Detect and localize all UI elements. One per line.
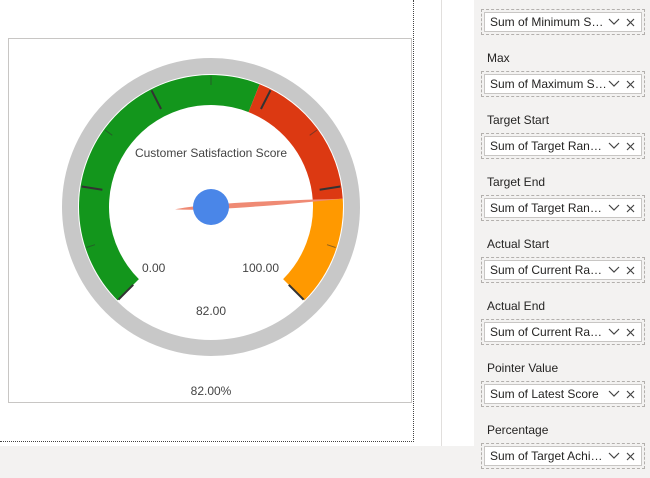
field-label-actual-end: Actual End	[487, 299, 546, 313]
field-pill-text: Sum of Maximum Score	[490, 77, 607, 91]
close-icon[interactable]	[624, 450, 636, 462]
page-boundary-bottom	[0, 441, 414, 442]
page-tabs-strip	[0, 446, 474, 478]
gauge-title: Customer Satisfaction Score	[135, 146, 287, 160]
gauge-max-label: 100.00	[242, 261, 279, 275]
field-pill-max[interactable]: Sum of Maximum Score	[484, 74, 642, 94]
pane-gap	[442, 0, 474, 478]
close-icon[interactable]	[624, 202, 636, 214]
field-pill-target-start[interactable]: Sum of Target Range Start	[484, 136, 642, 156]
field-well-target-start: Sum of Target Range Start	[481, 133, 645, 159]
close-icon[interactable]	[624, 264, 636, 276]
field-label-actual-start: Actual Start	[487, 237, 550, 251]
field-label-target-end: Target End	[487, 175, 546, 189]
field-well-actual-end: Sum of Current Range End	[481, 319, 645, 345]
field-label-pointer-value: Pointer Value	[487, 361, 559, 375]
page-boundary-right	[413, 0, 414, 442]
close-icon[interactable]	[624, 388, 636, 400]
field-label-target-start: Target Start	[487, 113, 550, 127]
chevron-down-icon[interactable]	[607, 201, 621, 215]
field-well-actual-start: Sum of Current Range Start	[481, 257, 645, 283]
field-well-target-end: Sum of Target Range End	[481, 195, 645, 221]
field-pill-text: Sum of Target Range End	[490, 201, 607, 215]
field-label-percentage: Percentage	[487, 423, 549, 437]
close-icon[interactable]	[624, 78, 636, 90]
field-pill-min[interactable]: Sum of Minimum Score	[484, 12, 642, 32]
close-icon[interactable]	[624, 326, 636, 338]
chevron-down-icon[interactable]	[607, 325, 621, 339]
field-pill-text: Sum of Latest Score	[490, 387, 599, 401]
visualizations-field-wells: Max Target Start Target End Actual Start…	[475, 0, 650, 478]
chevron-down-icon[interactable]	[607, 15, 621, 29]
close-icon[interactable]	[624, 140, 636, 152]
field-pill-text: Sum of Current Range End	[490, 325, 607, 339]
field-pill-actual-end[interactable]: Sum of Current Range End	[484, 322, 642, 342]
gauge-chart: Customer Satisfaction Score 0.00 100.00 …	[62, 58, 360, 398]
gauge-visual[interactable]: Customer Satisfaction Score 0.00 100.00 …	[8, 38, 412, 403]
field-well-min: Sum of Minimum Score	[481, 9, 645, 35]
chevron-down-icon[interactable]	[607, 387, 621, 401]
field-pill-pointer-value[interactable]: Sum of Latest Score	[484, 384, 642, 404]
field-pill-text: Sum of Target Achievement	[490, 449, 607, 463]
chevron-down-icon[interactable]	[607, 449, 621, 463]
field-pill-actual-start[interactable]: Sum of Current Range Start	[484, 260, 642, 280]
field-pill-text: Sum of Minimum Score	[490, 15, 607, 29]
gauge-min-label: 0.00	[142, 261, 166, 275]
field-label-max: Max	[487, 51, 510, 65]
close-icon[interactable]	[624, 16, 636, 28]
field-pill-percentage[interactable]: Sum of Target Achievement	[484, 446, 642, 466]
chevron-down-icon[interactable]	[607, 263, 621, 277]
chevron-down-icon[interactable]	[607, 139, 621, 153]
field-pill-target-end[interactable]: Sum of Target Range End	[484, 198, 642, 218]
chevron-down-icon[interactable]	[607, 77, 621, 91]
field-well-percentage: Sum of Target Achievement	[481, 443, 645, 469]
field-pill-text: Sum of Current Range Start	[490, 263, 607, 277]
field-well-pointer-value: Sum of Latest Score	[481, 381, 645, 407]
gauge-hub	[193, 189, 229, 225]
gauge-value-label: 82.00	[196, 304, 226, 318]
gauge-percentage-label: 82.00%	[191, 384, 232, 398]
field-well-max: Sum of Maximum Score	[481, 71, 645, 97]
field-pill-text: Sum of Target Range Start	[490, 139, 607, 153]
